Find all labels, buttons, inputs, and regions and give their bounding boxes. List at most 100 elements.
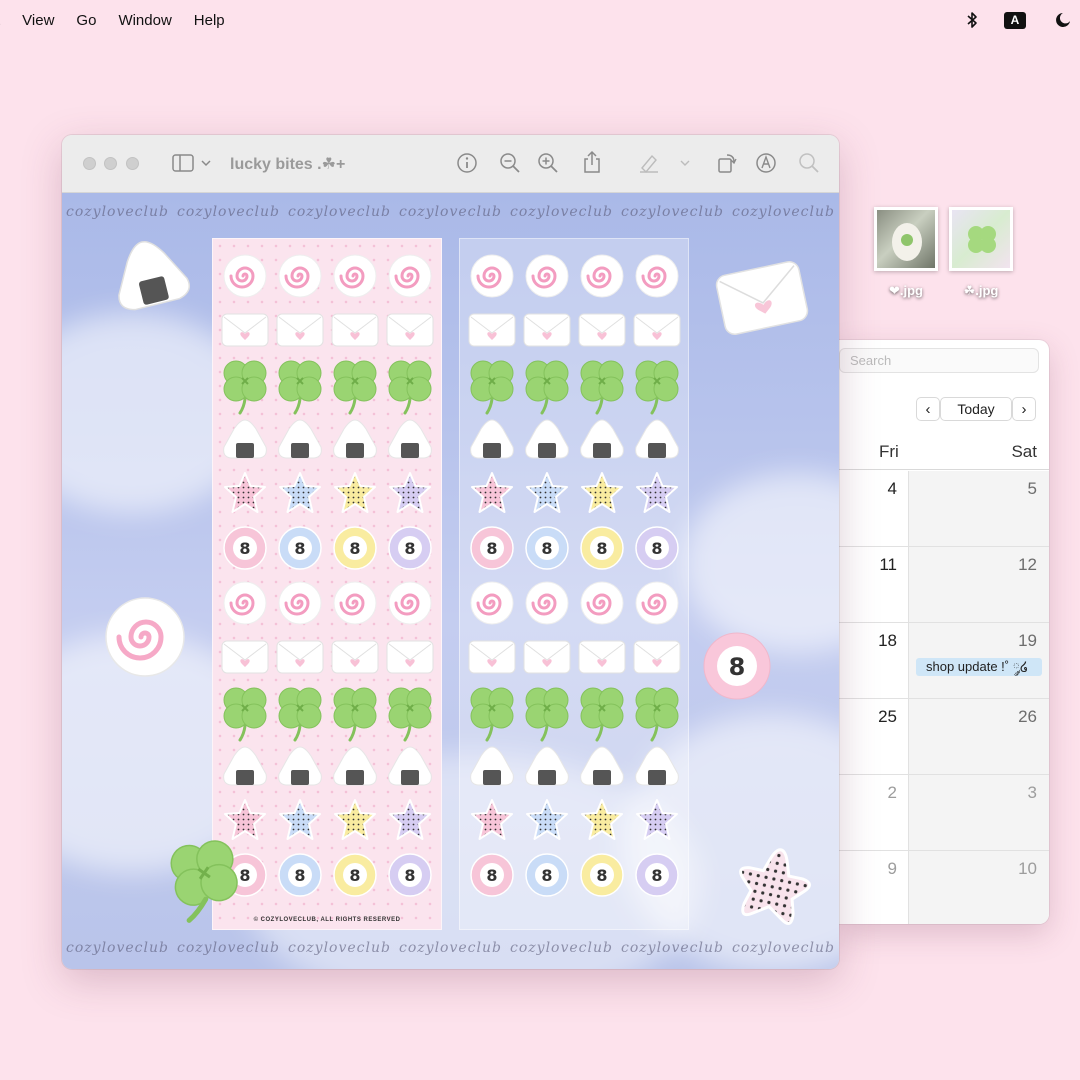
watermark-text: cozyloveclub bbox=[399, 204, 502, 220]
clover-sticker-cell bbox=[465, 355, 519, 420]
input-source-badge[interactable]: A bbox=[1004, 12, 1026, 29]
eight-ball-label: 8 bbox=[404, 539, 415, 558]
envelope-sticker-cell bbox=[467, 310, 517, 355]
clover-sticker-cell bbox=[575, 682, 629, 747]
naruto-swirl-sticker-large bbox=[105, 597, 185, 677]
watermark-text: cozyloveclub bbox=[510, 204, 613, 220]
envelope-sticker bbox=[633, 313, 680, 347]
calendar-week-row[interactable]: 45 bbox=[839, 471, 1049, 547]
watermark-text: cozyloveclub bbox=[177, 940, 280, 956]
file-name: ❤.jpg bbox=[889, 283, 923, 298]
envelope-sticker-cell bbox=[385, 637, 435, 682]
calendar-week-row[interactable]: 23 bbox=[839, 775, 1049, 851]
clover-sticker-cell bbox=[273, 682, 327, 747]
star-sticker-cell bbox=[523, 797, 571, 850]
rotate-icon[interactable] bbox=[716, 152, 738, 174]
share-icon[interactable] bbox=[582, 150, 602, 174]
menu-view[interactable]: View bbox=[22, 12, 54, 29]
chevron-down-icon[interactable] bbox=[680, 159, 690, 167]
clover-sticker-cell bbox=[465, 682, 519, 747]
eight-ball-label: 8 bbox=[239, 539, 250, 558]
naruto-swirl-sticker bbox=[525, 254, 568, 298]
file-thumbnail bbox=[949, 207, 1013, 271]
polka-star-sticker bbox=[470, 471, 513, 513]
envelope-sticker-cell bbox=[467, 637, 517, 682]
calendar-date-sat[interactable]: 12 bbox=[1018, 555, 1037, 575]
onigiri-sticker-cell bbox=[633, 744, 681, 793]
star-sticker-cell bbox=[523, 470, 571, 523]
ball-sticker-cell: 8 bbox=[524, 852, 570, 903]
minimize-button[interactable] bbox=[104, 157, 117, 170]
star-sticker-cell bbox=[578, 797, 626, 850]
clover-keychain-icon bbox=[892, 223, 922, 261]
naruto-swirl-sticker bbox=[388, 254, 431, 298]
star-sticker-cell bbox=[386, 797, 434, 850]
prev-month-button[interactable]: ‹ bbox=[916, 397, 940, 421]
calendar-date-fri[interactable]: 2 bbox=[888, 783, 897, 803]
menu-window[interactable]: Window bbox=[118, 12, 171, 29]
swirl-sticker-cell bbox=[331, 579, 379, 632]
clover-sticker bbox=[278, 687, 321, 742]
eight-ball-sticker: 8 bbox=[332, 526, 377, 570]
highlight-icon[interactable] bbox=[638, 152, 660, 174]
info-icon[interactable] bbox=[456, 152, 478, 174]
onigiri-sticker bbox=[222, 419, 267, 459]
polka-star-sticker bbox=[223, 471, 266, 513]
polka-star-sticker bbox=[580, 471, 623, 513]
calendar-event[interactable]: shop update !˚ ༘໒ bbox=[916, 658, 1042, 676]
calendar-date-sat[interactable]: 19 bbox=[1018, 631, 1037, 651]
calendar-date-sat[interactable]: 26 bbox=[1018, 707, 1037, 727]
eight-ball-label: 8 bbox=[294, 539, 305, 558]
onigiri-sticker-cell bbox=[386, 744, 434, 793]
clover-sticker bbox=[333, 360, 376, 415]
calendar-search-field[interactable]: Search bbox=[839, 348, 1039, 373]
zoom-button[interactable] bbox=[126, 157, 139, 170]
search-icon[interactable] bbox=[798, 152, 820, 174]
today-button[interactable]: Today bbox=[940, 397, 1012, 421]
zoom-in-icon[interactable] bbox=[537, 152, 559, 174]
calendar-date-sat[interactable]: 5 bbox=[1028, 479, 1037, 499]
menu-go[interactable]: Go bbox=[76, 12, 96, 29]
naruto-swirl-sticker bbox=[223, 254, 266, 298]
calendar-week-row[interactable]: 18 19 shop update !˚ ༘໒ bbox=[839, 623, 1049, 699]
swirl-sticker-cell bbox=[633, 579, 681, 632]
eight-ball-label: 8 bbox=[651, 866, 662, 885]
close-button[interactable] bbox=[83, 157, 96, 170]
clover-sticker-cell bbox=[575, 355, 629, 420]
bluetooth-icon[interactable] bbox=[966, 11, 978, 29]
clover-sticker-cell bbox=[328, 682, 382, 747]
eight-ball-sticker: 8 bbox=[387, 853, 432, 897]
clover-sticker bbox=[635, 687, 678, 742]
calendar-date-fri[interactable]: 11 bbox=[879, 555, 897, 575]
calendar-date-fri[interactable]: 9 bbox=[888, 859, 897, 879]
onigiri-sticker bbox=[634, 746, 679, 786]
next-month-button[interactable]: › bbox=[1012, 397, 1036, 421]
onigiri-sticker bbox=[387, 746, 432, 786]
onigiri-sticker-cell bbox=[578, 417, 626, 466]
naruto-swirl-sticker bbox=[278, 581, 321, 625]
zoom-out-icon[interactable] bbox=[499, 152, 521, 174]
polka-star-sticker bbox=[388, 471, 431, 513]
swirl-sticker-cell bbox=[578, 579, 626, 632]
chevron-down-icon[interactable] bbox=[201, 159, 211, 167]
polka-star-sticker bbox=[525, 798, 568, 840]
calendar-date-fri[interactable]: 18 bbox=[878, 631, 897, 651]
calendar-date-sat[interactable]: 3 bbox=[1028, 783, 1037, 803]
menu-help[interactable]: Help bbox=[194, 12, 225, 29]
moon-icon[interactable] bbox=[1054, 11, 1072, 29]
eight-ball-label: 8 bbox=[729, 653, 746, 681]
swirl-sticker-cell bbox=[276, 252, 324, 305]
calendar-date-sat[interactable]: 10 bbox=[1018, 859, 1037, 879]
desktop-file-heart[interactable]: ❤.jpg bbox=[874, 207, 938, 299]
calendar-week-row[interactable]: 25 26 bbox=[839, 699, 1049, 775]
desktop-file-clover[interactable]: ☘︎.jpg bbox=[949, 207, 1013, 299]
calendar-week-row[interactable]: 9 10 bbox=[839, 851, 1049, 924]
polka-star-sticker bbox=[635, 798, 678, 840]
ball-sticker-cell: 8 bbox=[277, 525, 323, 576]
calendar-date-fri[interactable]: 4 bbox=[888, 479, 897, 499]
markup-icon[interactable] bbox=[755, 152, 777, 174]
swirl-sticker-cell bbox=[276, 579, 324, 632]
calendar-week-row[interactable]: 11 12 bbox=[839, 547, 1049, 623]
sidebar-icon[interactable] bbox=[172, 154, 194, 172]
calendar-date-fri[interactable]: 25 bbox=[878, 707, 897, 727]
